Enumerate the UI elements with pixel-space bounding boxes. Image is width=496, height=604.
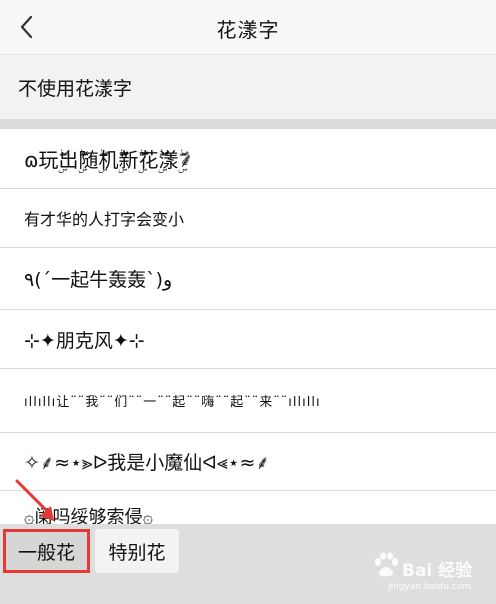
style-option-magic-fairy[interactable]: ✧⸙≈⋆⪢ᐅ我是小魔仙ᐊ⪡⋆≈⸙ (0, 433, 496, 491)
nav-bar: 花漾字 (0, 0, 496, 55)
paw-icon (375, 552, 398, 577)
style-option-together[interactable]: ٩(´一起牛轰轰`)و (0, 248, 496, 310)
watermark-url: jingyan.baidu.com (388, 582, 472, 592)
baidu-watermark: Bai 经验 jingyan.baidu.com (368, 552, 488, 598)
style-option-small-text[interactable]: 有才华的人打字会变小 (0, 189, 496, 248)
no-style-option[interactable]: 不使用花漾字 (0, 55, 496, 119)
section-divider (0, 119, 496, 129)
watermark-text: Bai 经验 (402, 561, 473, 581)
tab-special[interactable]: 特别花 (95, 529, 179, 573)
style-list: ɷ玩ۣۖ出ۣۖ随ۣۖ机ۣۖ新ۣۖ花ۣۖ漾ۣۖ⸙ 有才华的人打字会变小 ٩(´一起… (0, 129, 496, 531)
style-option-punk[interactable]: ⊹✦朋克风✦⊹ (0, 310, 496, 369)
style-option-random[interactable]: ɷ玩ۣۖ出ۣۖ随ۣۖ机ۣۖ新ۣۖ花ۣۖ漾ۣۖ⸙ (0, 129, 496, 189)
tab-general[interactable]: 一般花 (3, 529, 90, 573)
style-option-letsgo[interactable]: ıllıllı让¨¨我¨¨们¨¨一¨¨起¨¨嗨¨¨起¨¨来¨¨ıllıllı (0, 369, 496, 433)
red-arrow-icon (15, 479, 54, 521)
page-title: 花漾字 (216, 18, 280, 42)
